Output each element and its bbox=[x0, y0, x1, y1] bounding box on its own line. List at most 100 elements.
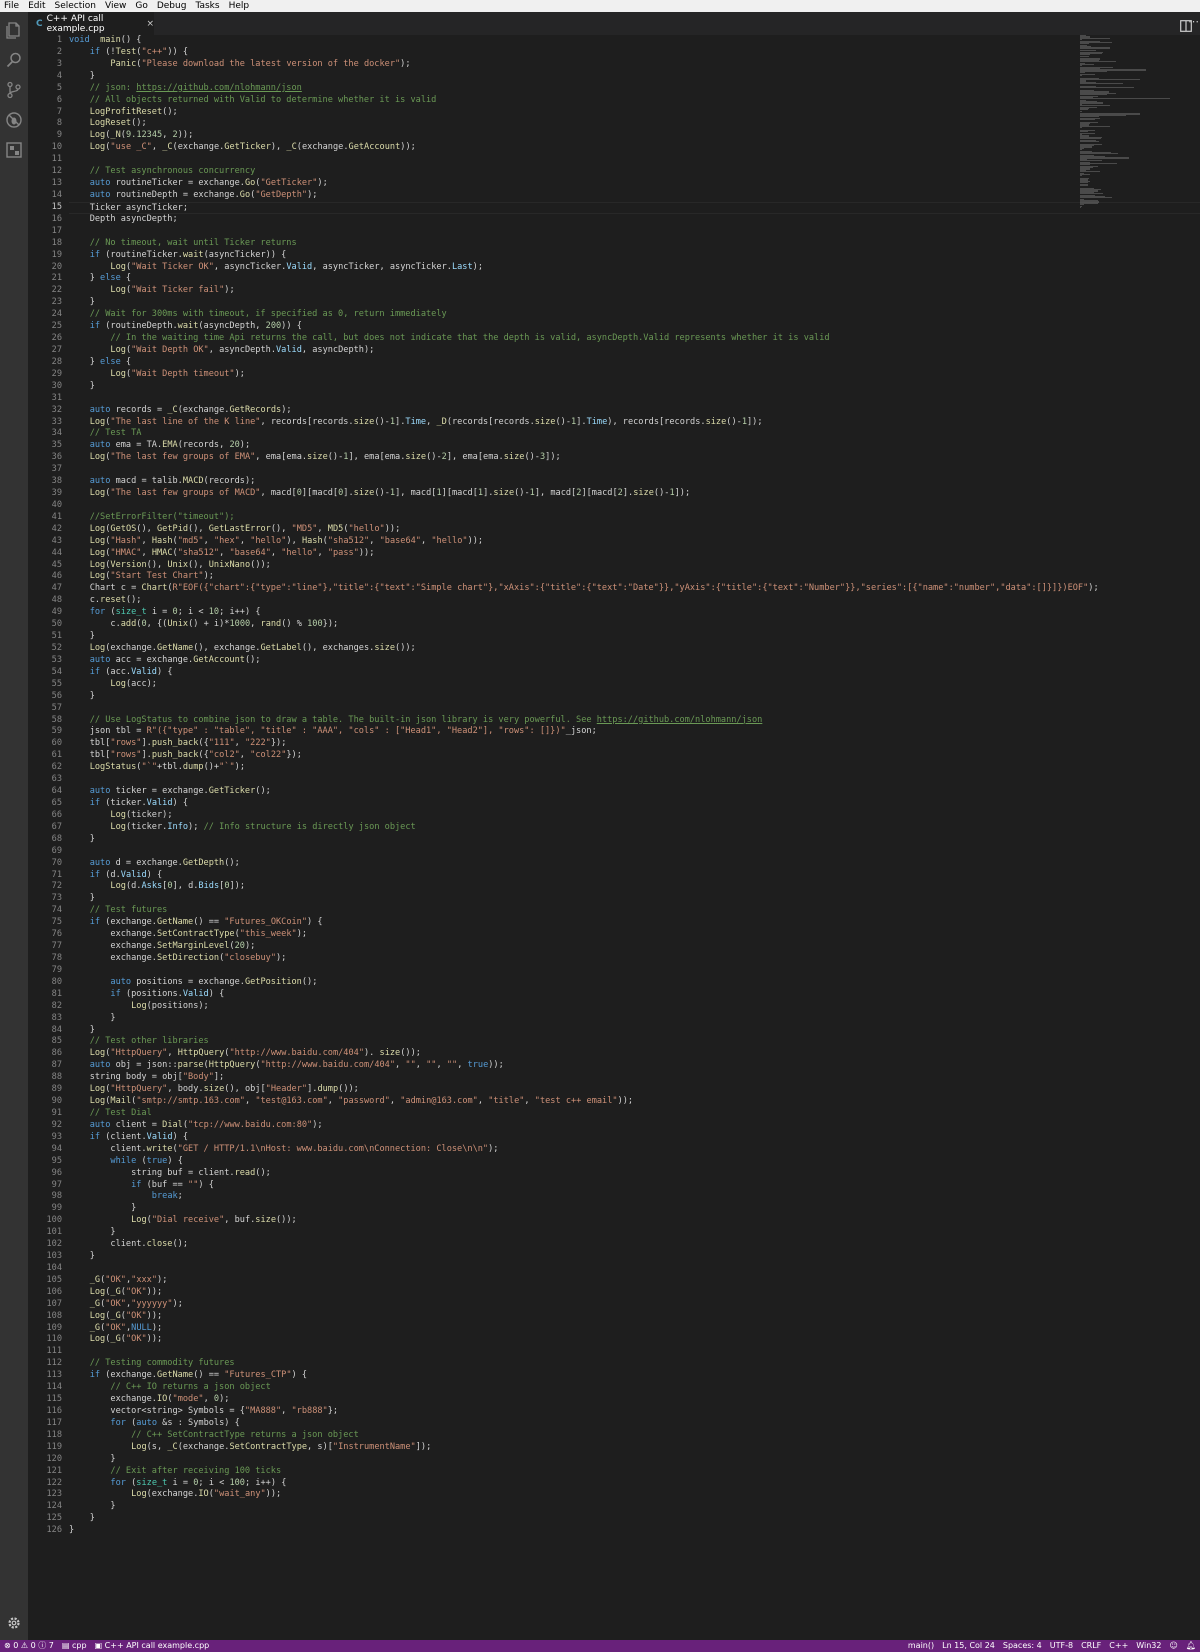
menu-tasks[interactable]: Tasks bbox=[191, 0, 224, 12]
debug-icon[interactable] bbox=[4, 110, 24, 130]
code-line[interactable]: _G("OK","xxx"); bbox=[69, 1275, 1200, 1287]
code-line[interactable] bbox=[69, 846, 1200, 858]
code-line[interactable]: } bbox=[69, 1513, 1200, 1525]
code-line[interactable]: Log("Wait Ticker OK", asyncTicker.Valid,… bbox=[69, 262, 1200, 274]
feedback-icon[interactable]: ☺ bbox=[1166, 1640, 1182, 1652]
code-line[interactable]: // Test Dial bbox=[69, 1108, 1200, 1120]
code-line[interactable]: // Test futures bbox=[69, 905, 1200, 917]
code-line[interactable]: tbl["rows"].push_back({"col2", "col22"})… bbox=[69, 750, 1200, 762]
code-line[interactable]: Log("HttpQuery", body.size(), obj["Heade… bbox=[69, 1084, 1200, 1096]
code-line[interactable]: auto client = Dial("tcp://www.baidu.com:… bbox=[69, 1120, 1200, 1132]
code-line[interactable]: client.write("GET / HTTP/1.1\nHost: www.… bbox=[69, 1144, 1200, 1156]
code-line[interactable]: if (routineDepth.wait(asyncDepth, 200)) … bbox=[69, 321, 1200, 333]
code-line[interactable]: _G("OK",NULL); bbox=[69, 1323, 1200, 1335]
code-line[interactable]: Log("The last line of the K line", recor… bbox=[69, 417, 1200, 429]
code-line[interactable]: Log(exchange.GetName(), exchange.GetLabe… bbox=[69, 643, 1200, 655]
code-line[interactable]: Log("Wait Depth OK", asyncDepth.Valid, a… bbox=[69, 345, 1200, 357]
source-control-icon[interactable] bbox=[4, 80, 24, 100]
code-line[interactable]: Log(ticker); bbox=[69, 810, 1200, 822]
code-line[interactable]: Log(d.Asks[0], d.Bids[0]); bbox=[69, 881, 1200, 893]
code-line[interactable]: } bbox=[69, 1454, 1200, 1466]
code-line[interactable]: } bbox=[69, 1227, 1200, 1239]
problems-indicator[interactable]: ⊗ 0 ⚠ 0 ⓘ 7 bbox=[0, 1640, 58, 1652]
code-line[interactable]: auto ema = TA.EMA(records, 20); bbox=[69, 440, 1200, 452]
code-line[interactable]: } bbox=[69, 1013, 1200, 1025]
code-line[interactable] bbox=[69, 500, 1200, 512]
code-line[interactable]: auto routineTicker = exchange.Go("GetTic… bbox=[69, 178, 1200, 190]
code-line[interactable]: break; bbox=[69, 1191, 1200, 1203]
code-line[interactable]: Log("HMAC", HMAC("sha512", "base64", "he… bbox=[69, 548, 1200, 560]
platform[interactable]: Win32 bbox=[1132, 1640, 1165, 1652]
tab-cpp-file[interactable]: C C++ API call example.cpp × bbox=[28, 12, 154, 35]
code-line[interactable]: Chart c = Chart(R"EOF({"chart":{"type":"… bbox=[69, 583, 1200, 595]
code-line[interactable] bbox=[69, 1346, 1200, 1358]
code-line[interactable]: } bbox=[69, 381, 1200, 393]
code-line[interactable]: Log(positions); bbox=[69, 1001, 1200, 1013]
code-line[interactable]: // Test asynchronous concurrency bbox=[69, 166, 1200, 178]
close-icon[interactable]: × bbox=[146, 19, 154, 29]
code-line[interactable]: // Wait for 300ms with timeout, if speci… bbox=[69, 309, 1200, 321]
code-area[interactable]: void main() { if (!Test("c++")) { Panic(… bbox=[69, 35, 1200, 1537]
code-line[interactable]: c.add(0, {(Unix() + i)*1000, rand() % 10… bbox=[69, 619, 1200, 631]
code-line[interactable]: } bbox=[69, 1203, 1200, 1215]
menu-help[interactable]: Help bbox=[225, 0, 255, 12]
code-line[interactable]: if (exchange.GetName() == "Futures_OKCoi… bbox=[69, 917, 1200, 929]
code-line[interactable]: for (size_t i = 0; i < 10; i++) { bbox=[69, 607, 1200, 619]
code-line[interactable] bbox=[69, 393, 1200, 405]
menu-selection[interactable]: Selection bbox=[51, 0, 101, 12]
code-line[interactable]: Log(s, _C(exchange.SetContractType, s)["… bbox=[69, 1442, 1200, 1454]
code-line[interactable]: } bbox=[69, 834, 1200, 846]
code-line[interactable]: } bbox=[69, 1525, 1200, 1537]
code-line[interactable]: string body = obj["Body"]; bbox=[69, 1072, 1200, 1084]
gear-icon[interactable] bbox=[7, 1615, 21, 1629]
code-line[interactable]: // C++ SetContractType returns a json ob… bbox=[69, 1430, 1200, 1442]
code-line[interactable]: LogProfitReset(); bbox=[69, 107, 1200, 119]
code-line[interactable]: exchange.IO("mode", 0); bbox=[69, 1394, 1200, 1406]
code-line[interactable]: vector<string> Symbols = {"MA888", "rb88… bbox=[69, 1406, 1200, 1418]
code-line[interactable]: Log(_G("OK")); bbox=[69, 1287, 1200, 1299]
current-function[interactable]: main() bbox=[904, 1640, 938, 1652]
code-line[interactable] bbox=[69, 464, 1200, 476]
code-line[interactable]: // Test TA bbox=[69, 428, 1200, 440]
code-line[interactable]: LogReset(); bbox=[69, 118, 1200, 130]
code-line[interactable]: auto macd = talib.MACD(records); bbox=[69, 476, 1200, 488]
code-line[interactable]: Log("Wait Depth timeout"); bbox=[69, 369, 1200, 381]
code-line[interactable]: Log("The last few groups of EMA", ema[em… bbox=[69, 452, 1200, 464]
code-line[interactable]: } bbox=[69, 1025, 1200, 1037]
code-line[interactable]: LogStatus("`"+tbl.dump()+"`"); bbox=[69, 762, 1200, 774]
code-line[interactable]: // C++ IO returns a json object bbox=[69, 1382, 1200, 1394]
code-line[interactable]: if (exchange.GetName() == "Futures_CTP")… bbox=[69, 1370, 1200, 1382]
code-line[interactable]: Log("Hash", Hash("md5", "hex", "hello"),… bbox=[69, 536, 1200, 548]
code-line[interactable]: } bbox=[69, 1501, 1200, 1513]
code-line[interactable]: client.close(); bbox=[69, 1239, 1200, 1251]
more-actions-icon[interactable]: ⋯ bbox=[1188, 15, 1199, 28]
code-line[interactable]: exchange.SetMarginLevel(20); bbox=[69, 941, 1200, 953]
code-editor[interactable]: 1 2 3 4 5 6 7 8 9 10 11 12 13 14 15 16 17 18 19 20 21 22 23 24 2… bbox=[28, 35, 1200, 1640]
code-line[interactable]: Log("Start Test Chart"); bbox=[69, 571, 1200, 583]
code-line[interactable]: Log("Wait Ticker fail"); bbox=[69, 285, 1200, 297]
code-line[interactable]: if (acc.Valid) { bbox=[69, 667, 1200, 679]
minimap[interactable] bbox=[1080, 35, 1170, 209]
code-line[interactable]: auto d = exchange.GetDepth(); bbox=[69, 858, 1200, 870]
encoding[interactable]: UTF-8 bbox=[1046, 1640, 1077, 1652]
code-line[interactable]: if (!Test("c++")) { bbox=[69, 47, 1200, 59]
code-line[interactable]: //SetErrorFilter("timeout"); bbox=[69, 512, 1200, 524]
code-line[interactable]: Panic("Please download the latest versio… bbox=[69, 59, 1200, 71]
code-line[interactable]: auto routineDepth = exchange.Go("GetDept… bbox=[69, 190, 1200, 202]
code-line[interactable]: } bbox=[69, 71, 1200, 83]
code-line[interactable]: } bbox=[69, 297, 1200, 309]
code-line[interactable]: Log(Mail("smtp://smtp.163.com", "test@16… bbox=[69, 1096, 1200, 1108]
code-line[interactable]: Log(GetOS(), GetPid(), GetLastError(), "… bbox=[69, 524, 1200, 536]
code-line[interactable]: while (true) { bbox=[69, 1156, 1200, 1168]
code-line[interactable] bbox=[69, 154, 1200, 166]
bell-icon[interactable]: 🔔︎ bbox=[1182, 1640, 1200, 1652]
code-line[interactable]: // Testing commodity futures bbox=[69, 1358, 1200, 1370]
code-line[interactable]: Log(_G("OK")); bbox=[69, 1334, 1200, 1346]
code-line[interactable]: Log(_G("OK")); bbox=[69, 1311, 1200, 1323]
language-mode[interactable]: C++ bbox=[1105, 1640, 1132, 1652]
code-line[interactable]: auto positions = exchange.GetPosition(); bbox=[69, 977, 1200, 989]
indentation[interactable]: Spaces: 4 bbox=[999, 1640, 1046, 1652]
code-line[interactable]: if (d.Valid) { bbox=[69, 870, 1200, 882]
code-line[interactable]: json tbl = R"({"type" : "table", "title"… bbox=[69, 726, 1200, 738]
menu-file[interactable]: File bbox=[0, 0, 24, 12]
